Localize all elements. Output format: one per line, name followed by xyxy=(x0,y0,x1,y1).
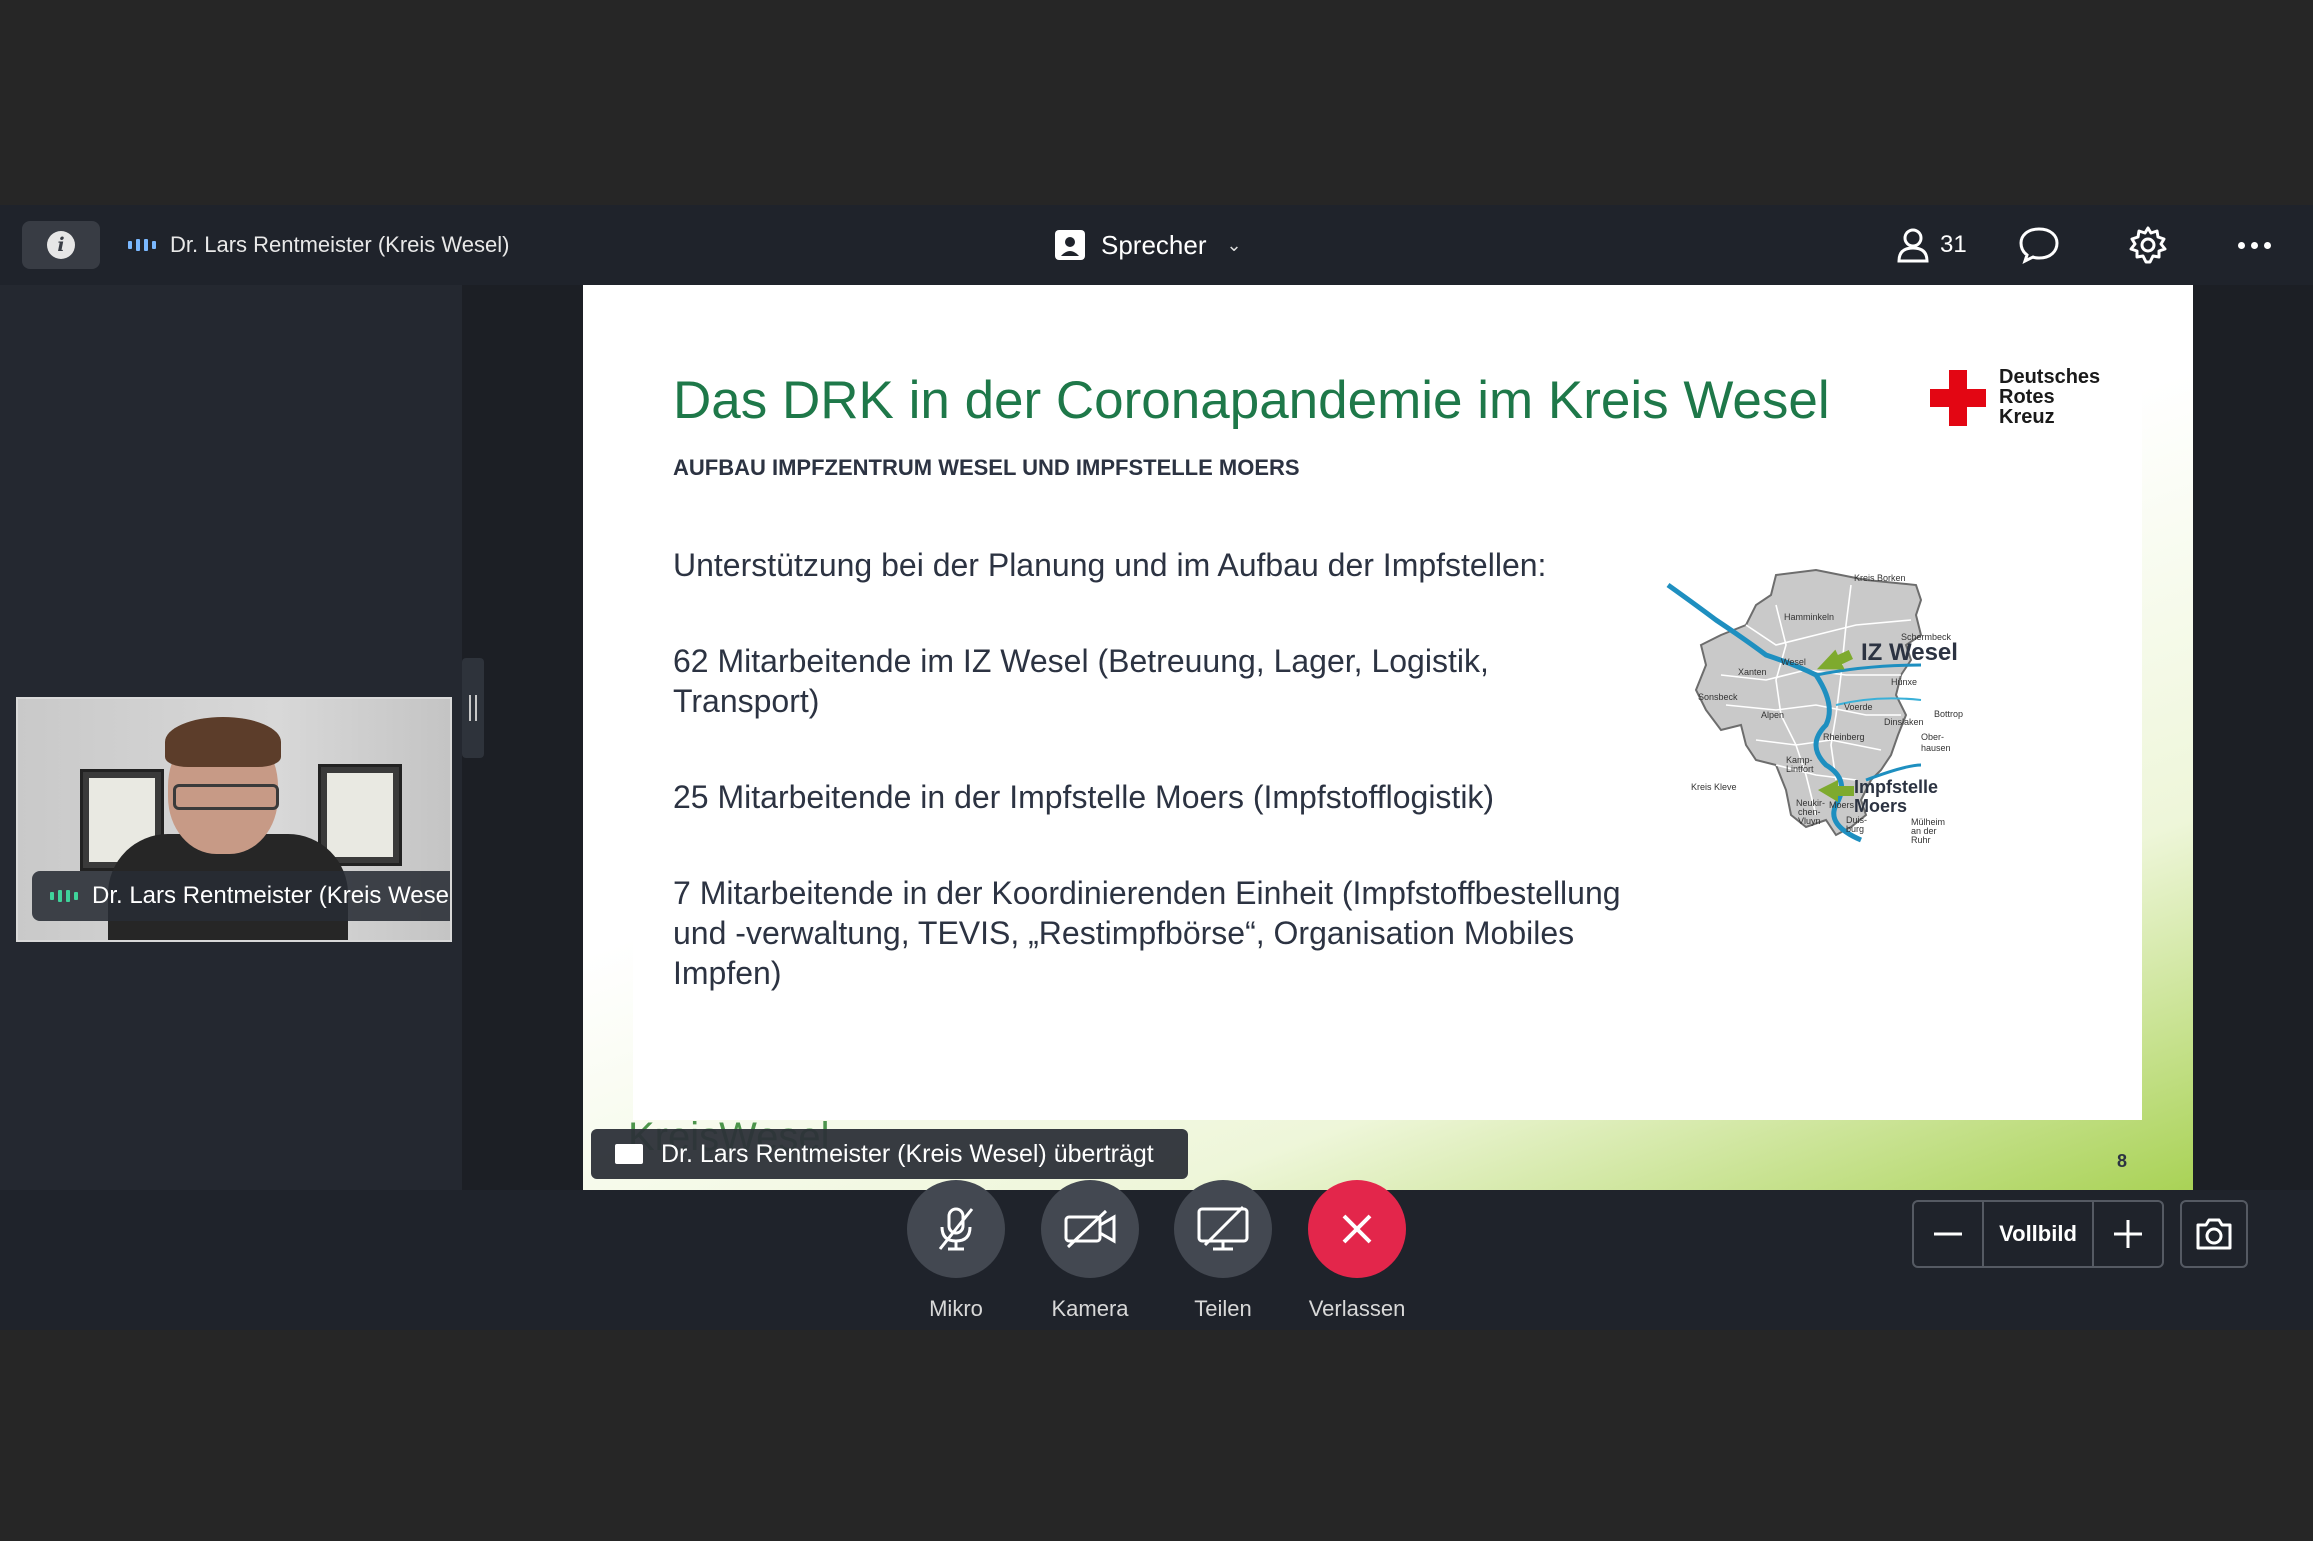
info-icon: i xyxy=(47,231,75,259)
mic-off-icon xyxy=(938,1207,974,1251)
plus-icon xyxy=(2114,1220,2142,1248)
share-label: Teilen xyxy=(1194,1296,1252,1321)
screenshot-button[interactable] xyxy=(2180,1200,2248,1268)
map-place-label: Lintfort xyxy=(1786,764,1814,774)
map-place-label: Sonsbeck xyxy=(1698,692,1738,702)
map-place-label: Ruhr xyxy=(1911,835,1931,845)
map-place-label: Wesel xyxy=(1781,657,1806,667)
active-speaker-name: Dr. Lars Rentmeister (Kreis Wesel) xyxy=(170,232,510,257)
camera-label: Kamera xyxy=(1051,1296,1129,1321)
bullet-item: Unterstützung bei der Planung und im Auf… xyxy=(673,547,1547,583)
district-map: IZ Wesel Impfstelle Moers Kreis Borken H… xyxy=(1666,568,1963,845)
speaker-view-icon xyxy=(1055,230,1085,260)
map-place-label: Kreis Kleve xyxy=(1691,782,1737,792)
chat-button[interactable] xyxy=(2018,223,2060,267)
presentation-slide: Das DRK in der Coronapandemie im Kreis W… xyxy=(583,285,2193,1190)
map-place-label: Hamminkeln xyxy=(1784,612,1834,622)
camera-control[interactable]: Kamera xyxy=(1040,1180,1140,1322)
camera-icon xyxy=(2196,1218,2232,1250)
leave-button[interactable] xyxy=(1308,1180,1406,1278)
participant-sidebar: Dr. Lars Rentmeister (Kreis Wesel) xyxy=(0,285,462,1190)
map-place-label: Ober- xyxy=(1921,732,1944,742)
map-place-label: Moers xyxy=(1829,800,1855,810)
zoom-control: Vollbild xyxy=(1912,1200,2164,1268)
participant-video-tile[interactable]: Dr. Lars Rentmeister (Kreis Wesel) xyxy=(16,697,452,942)
leave-control[interactable]: Verlassen xyxy=(1307,1180,1407,1322)
map-place-label: Bottrop xyxy=(1934,709,1963,719)
participant-count: 31 xyxy=(1940,231,1967,258)
share-button[interactable] xyxy=(1174,1180,1272,1278)
drk-logo-text: Deutsches Rotes Kreuz xyxy=(1999,367,2100,427)
map-place-label: burg xyxy=(1846,824,1864,834)
minus-icon xyxy=(1934,1232,1962,1236)
map-place-label: Schermbeck xyxy=(1901,632,1952,642)
camera-off-icon xyxy=(1064,1209,1116,1249)
map-place-label: Dinslaken xyxy=(1884,717,1924,727)
speaking-indicator-icon xyxy=(50,890,78,902)
slide-bullet-list: Unterstützung bei der Planung und im Auf… xyxy=(673,545,1633,1049)
screen-share-off-icon xyxy=(1197,1205,1249,1251)
close-icon xyxy=(1342,1214,1372,1244)
mic-button[interactable] xyxy=(907,1180,1005,1278)
slide-subtitle: AUFBAU IMPFZENTRUM WESEL UND IMPFSTELLE … xyxy=(673,455,1300,480)
mic-control[interactable]: Mikro xyxy=(906,1180,1006,1322)
map-place-label: Kreis Borken xyxy=(1854,573,1906,583)
map-place-label: hausen xyxy=(1921,743,1951,753)
fullscreen-button[interactable]: Vollbild xyxy=(1982,1202,2094,1266)
sidebar-resize-handle[interactable] xyxy=(462,658,484,758)
participant-name: Dr. Lars Rentmeister (Kreis Wesel) xyxy=(92,882,452,909)
map-callout-iz-wesel: IZ Wesel xyxy=(1861,639,1958,666)
slide-page-number: 8 xyxy=(2117,1151,2128,1171)
view-mode-label: Sprecher xyxy=(1101,229,1207,260)
camera-button[interactable] xyxy=(1041,1180,1139,1278)
screen-share-text: Dr. Lars Rentmeister (Kreis Wesel) übert… xyxy=(661,1139,1154,1168)
screen-share-banner: Dr. Lars Rentmeister (Kreis Wesel) übert… xyxy=(591,1129,1188,1179)
logo-line: Deutsches xyxy=(1999,366,2101,388)
monitor-icon xyxy=(615,1144,643,1164)
map-place-label: Hünxe xyxy=(1891,677,1917,687)
view-mode-dropdown[interactable]: Sprecher ⌄ xyxy=(1055,225,1242,265)
share-control[interactable]: Teilen xyxy=(1173,1180,1273,1322)
chevron-down-icon: ⌄ xyxy=(1226,234,1242,255)
bullet-item: 62 Mitarbeitende im IZ Wesel (Betreuung,… xyxy=(673,643,1489,719)
mic-label: Mikro xyxy=(929,1296,983,1321)
map-place-label: Vluyn xyxy=(1798,816,1821,826)
map-callout-impfstelle: Impfstelle xyxy=(1854,777,1938,797)
logo-line: Kreuz xyxy=(1999,406,2055,428)
audio-level-icon xyxy=(128,239,156,251)
map-callout-moers: Moers xyxy=(1854,796,1907,816)
meeting-window: i Dr. Lars Rentmeister (Kreis Wesel) Spr… xyxy=(0,205,2313,1330)
bullet-item: 25 Mitarbeitende in der Impfstelle Moers… xyxy=(673,779,1495,815)
map-place-label: Voerde xyxy=(1844,702,1873,712)
info-button[interactable]: i xyxy=(22,221,100,269)
zoom-in-button[interactable] xyxy=(2094,1202,2162,1266)
slide-title: Das DRK in der Coronapandemie im Kreis W… xyxy=(673,371,1830,430)
leave-label: Verlassen xyxy=(1308,1296,1406,1321)
logo-line: Rotes xyxy=(1999,386,2055,408)
more-options-button[interactable] xyxy=(2238,223,2271,267)
active-speaker-indicator: Dr. Lars Rentmeister (Kreis Wesel) xyxy=(128,229,509,261)
gear-icon xyxy=(2129,226,2167,264)
participant-name-label: Dr. Lars Rentmeister (Kreis Wesel) xyxy=(32,871,452,921)
participants-button[interactable]: 31 xyxy=(1896,223,1967,267)
chat-bubble-icon xyxy=(2019,227,2059,264)
bullet-item: 7 Mitarbeitende in der Koordinierenden E… xyxy=(673,875,1621,991)
red-cross-icon xyxy=(1930,370,1986,426)
zoom-out-button[interactable] xyxy=(1914,1202,1982,1266)
map-place-label: Alpen xyxy=(1761,710,1784,720)
map-place-label: Xanten xyxy=(1738,667,1767,677)
top-bar: i Dr. Lars Rentmeister (Kreis Wesel) Spr… xyxy=(0,205,2313,285)
map-place-label: Rheinberg xyxy=(1823,732,1865,742)
person-icon xyxy=(1897,228,1929,263)
settings-button[interactable] xyxy=(2128,223,2168,267)
